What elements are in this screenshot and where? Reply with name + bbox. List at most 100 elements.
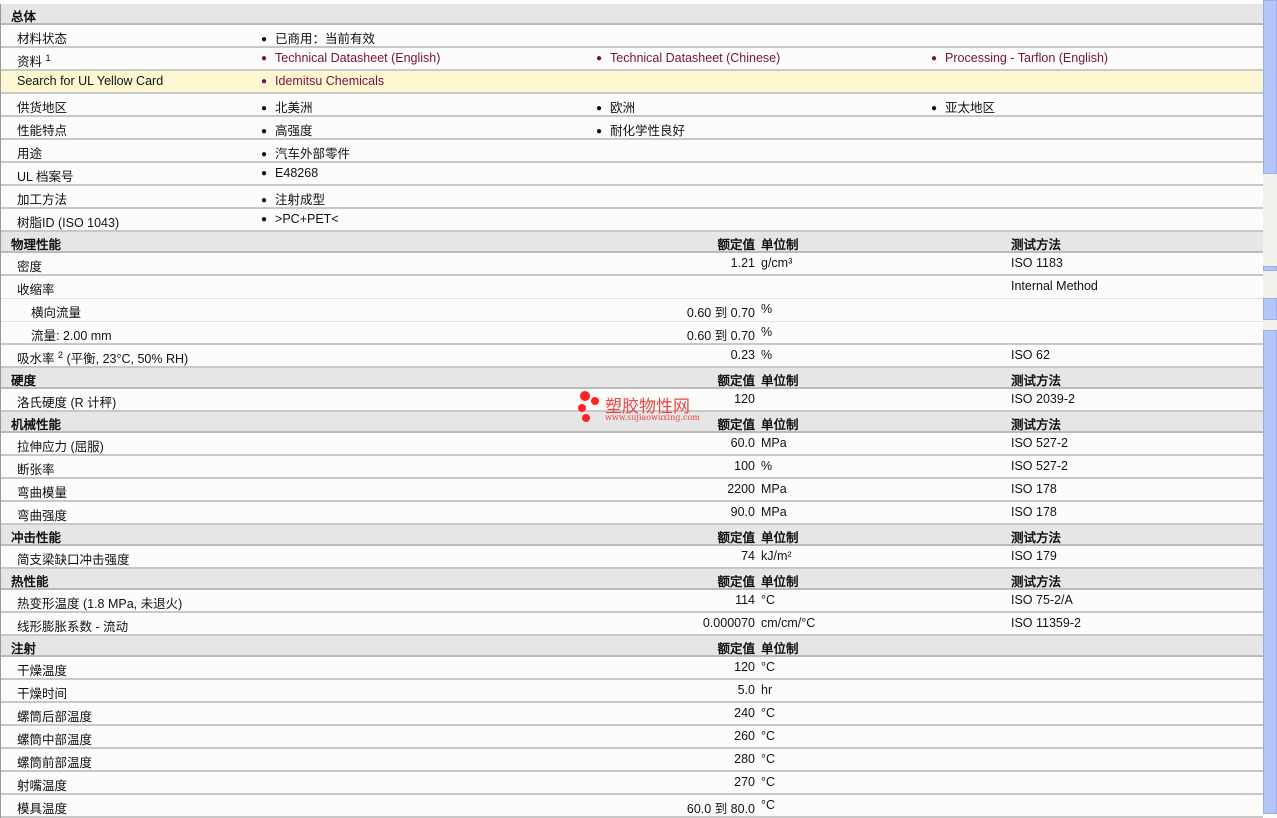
property-unit: % bbox=[761, 302, 773, 316]
property-value: 74 bbox=[741, 549, 755, 563]
list-item: 亚太地区 bbox=[931, 97, 995, 116]
test-method: ISO 527-2 bbox=[1011, 459, 1068, 473]
value-column-header: 额定值 bbox=[717, 575, 755, 589]
table-row: 模具温度 60.0 到 80.0 °C bbox=[1, 795, 1263, 818]
property-value: 240 bbox=[734, 706, 755, 720]
scrollbar-segment bbox=[1263, 298, 1277, 320]
value-column-header: 额定值 bbox=[717, 238, 755, 252]
row-label: 射嘴温度 bbox=[17, 775, 67, 794]
unit-column-header: 单位制 bbox=[761, 374, 799, 388]
value-column-header: 额定值 bbox=[717, 642, 755, 656]
section-header: 冲击性能 额定值 单位制 测试方法 bbox=[1, 525, 1263, 546]
footnote-marker[interactable]: 1 bbox=[46, 53, 51, 63]
section-header: 注射 额定值 单位制 bbox=[1, 636, 1263, 657]
unit-column-header: 单位制 bbox=[761, 531, 799, 545]
property-value: 1.21 bbox=[730, 256, 755, 270]
property-unit: °C bbox=[761, 752, 776, 766]
row-label-text: 螺筒后部温度 bbox=[17, 710, 93, 724]
section-title: 热性能 bbox=[11, 575, 49, 589]
row-label-text: 用途 bbox=[17, 147, 43, 161]
property-value: 120 bbox=[734, 660, 755, 674]
property-value: 0.23 bbox=[730, 348, 755, 362]
table-row: 收缩率 Internal Method bbox=[1, 276, 1263, 299]
vertical-scrollbar[interactable] bbox=[1263, 0, 1277, 814]
row-label-text: 螺筒中部温度 bbox=[17, 733, 93, 747]
watermark: 塑胶物性网 www.sujiaowuxing.com bbox=[576, 390, 706, 426]
list-item: 汽车外部零件 bbox=[261, 143, 350, 162]
row-label: 收缩率 bbox=[17, 279, 55, 298]
property-value: 60.0 bbox=[730, 436, 755, 450]
property-unit: hr bbox=[761, 683, 773, 697]
row-label-text: Search for UL Yellow Card bbox=[17, 74, 164, 88]
test-method: ISO 62 bbox=[1011, 348, 1050, 362]
section-title: 物理性能 bbox=[11, 238, 62, 252]
property-unit: % bbox=[761, 348, 773, 362]
unit-column-header: 单位制 bbox=[761, 418, 799, 432]
row-label: 弯曲强度 bbox=[17, 505, 67, 524]
test-method: ISO 179 bbox=[1011, 549, 1057, 563]
table-row: 弯曲模量 2200 MPa ISO 178 bbox=[1, 479, 1263, 502]
property-value: 280 bbox=[734, 752, 755, 766]
row-label: 供货地区 bbox=[17, 97, 67, 116]
row-label: Search for UL Yellow Card bbox=[17, 74, 163, 88]
row-label: 洛氏硬度 (R 计秤) bbox=[17, 392, 116, 411]
list-item: 高强度 bbox=[261, 120, 313, 139]
list-item: E48268 bbox=[261, 166, 318, 180]
test-method-column-header: 测试方法 bbox=[1011, 531, 1062, 545]
table-row: 用途 汽车外部零件 bbox=[1, 140, 1263, 163]
table-row: 干燥时间 5.0 hr bbox=[1, 680, 1263, 703]
link-item[interactable]: Technical Datasheet (Chinese) bbox=[596, 51, 780, 65]
row-label-text: 螺筒前部温度 bbox=[17, 756, 93, 770]
test-method: ISO 1183 bbox=[1011, 256, 1063, 270]
test-method-column-header: 测试方法 bbox=[1011, 238, 1062, 252]
row-label-text: 供货地区 bbox=[17, 101, 68, 115]
property-value: 5.0 bbox=[737, 683, 755, 697]
test-method-column-header: 测试方法 bbox=[1011, 418, 1062, 432]
scrollbar-segment bbox=[1263, 266, 1277, 271]
link-item[interactable]: Idemitsu Chemicals bbox=[261, 74, 384, 88]
table-row: 供货地区 北美洲 欧洲 亚太地区 bbox=[1, 94, 1263, 117]
unit-column-header: 单位制 bbox=[761, 238, 799, 252]
row-label-text: UL 档案号 bbox=[17, 170, 74, 184]
property-unit: °C bbox=[761, 706, 776, 720]
property-value: 270 bbox=[734, 775, 755, 789]
row-label-text: 收缩率 bbox=[17, 283, 55, 297]
property-unit: MPa bbox=[761, 482, 787, 496]
test-method-column-header: 测试方法 bbox=[1011, 575, 1062, 589]
row-label: UL 档案号 bbox=[17, 166, 74, 185]
property-unit: °C bbox=[761, 593, 776, 607]
table-row: 吸水率 2 (平衡, 23°C, 50% RH) 0.23% ISO 62 bbox=[1, 345, 1263, 368]
row-label-text: 弯曲强度 bbox=[17, 509, 68, 523]
row-label: 热变形温度 (1.8 MPa, 未退火) bbox=[17, 593, 182, 612]
property-value: 2200 bbox=[727, 482, 755, 496]
scrollbar-thumb[interactable] bbox=[1263, 0, 1277, 174]
list-item: >PC+PET< bbox=[261, 212, 339, 226]
row-label-text: 干燥时间 bbox=[17, 687, 68, 701]
section-title: 硬度 bbox=[11, 374, 37, 388]
section-title: 注射 bbox=[11, 642, 37, 656]
list-item: 已商用：当前有效 bbox=[261, 28, 375, 47]
row-label: 树脂ID (ISO 1043) bbox=[17, 212, 119, 231]
row-label: 弯曲模量 bbox=[17, 482, 67, 501]
row-label-text: 密度 bbox=[17, 260, 43, 274]
property-unit: °C bbox=[761, 729, 776, 743]
section-title: 冲击性能 bbox=[11, 531, 62, 545]
row-label: 线形膨胀系数 - 流动 bbox=[17, 616, 128, 635]
table-row: 加工方法 注射成型 bbox=[1, 186, 1263, 209]
row-label: 螺筒前部温度 bbox=[17, 752, 92, 771]
property-unit: kJ/m² bbox=[761, 549, 792, 563]
value-column-header: 额定值 bbox=[717, 418, 755, 432]
section-header: 热性能 额定值 单位制 测试方法 bbox=[1, 569, 1263, 590]
scrollbar-segment bbox=[1263, 330, 1277, 814]
property-unit: MPa bbox=[761, 505, 787, 519]
property-value: 0.60 到 0.70 bbox=[686, 329, 755, 343]
row-label-text: 干燥温度 bbox=[17, 664, 68, 678]
link-item[interactable]: Technical Datasheet (English) bbox=[261, 51, 440, 65]
row-label-text: 性能特点 bbox=[17, 124, 68, 138]
link-item[interactable]: Processing - Tarflon (English) bbox=[931, 51, 1108, 65]
row-label-text: 吸水率 bbox=[17, 352, 55, 366]
table-row: 螺筒中部温度 260 °C bbox=[1, 726, 1263, 749]
row-label: 横向流量 bbox=[31, 302, 81, 321]
test-method-column-header: 测试方法 bbox=[1011, 374, 1062, 388]
section-title: 总体 bbox=[11, 10, 37, 24]
